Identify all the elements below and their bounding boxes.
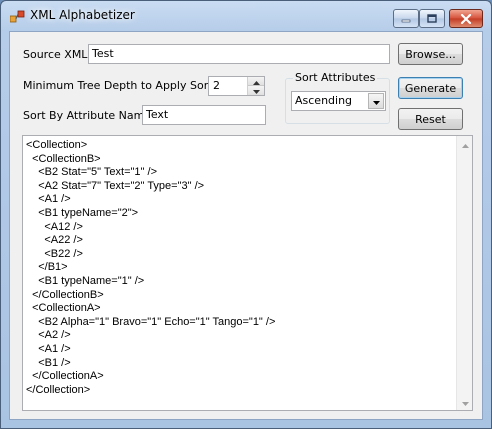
xml-output-line: <A1 /> — [26, 342, 71, 355]
vertical-scrollbar[interactable] — [456, 136, 472, 410]
stepper-down-button[interactable] — [248, 86, 264, 95]
xml-output-line: <A2 Stat="7" Text="2" Type="3" /> — [26, 179, 205, 192]
dropdown-button[interactable] — [368, 93, 384, 109]
xml-output-line: <B2 Alpha="1" Bravo="1" Echo="1" Tango="… — [26, 315, 276, 328]
title-bar[interactable]: XML Alphabetizer — [1, 1, 491, 31]
xml-output-text: <Collection> <CollectionB> <B2 Stat="5" … — [26, 139, 275, 397]
xml-output-line: </B1> — [26, 261, 68, 274]
window-title: XML Alphabetizer — [30, 8, 135, 22]
sort-attributes-group-label: Sort Attributes — [293, 71, 378, 84]
maximize-icon — [420, 10, 444, 27]
sort-attr-name-label: Sort By Attribute Name — [23, 109, 152, 122]
arrow-down-icon — [461, 396, 469, 409]
scroll-up-button[interactable] — [457, 136, 473, 152]
sort-attributes-group: Sort Attributes Ascending — [285, 71, 390, 124]
sort-attr-name-input[interactable]: Text — [142, 105, 266, 125]
chevron-down-icon — [372, 95, 380, 108]
min-depth-stepper[interactable]: 2 — [208, 76, 265, 96]
xml-output-line: <B1 typeName="1" /> — [26, 274, 145, 287]
xml-output-line: <B1 typeName="2"> — [26, 206, 139, 219]
xml-output-line: <CollectionB> — [26, 152, 101, 165]
xml-output-textarea[interactable]: <Collection> <CollectionB> <B2 Stat="5" … — [22, 135, 473, 411]
min-depth-label: Minimum Tree Depth to Apply Sort At — [23, 79, 228, 92]
minimize-icon — [394, 10, 418, 27]
xml-output-line: <B22 /> — [26, 247, 83, 260]
xml-output-line: <B1 /> — [26, 356, 71, 369]
arrow-down-icon — [252, 84, 260, 97]
xml-output-line: <A2 /> — [26, 329, 71, 342]
xml-output-line: <Collection> — [26, 139, 88, 151]
xml-output-line: <B2 Stat="5" Text="1" /> — [26, 166, 157, 179]
browse-button[interactable]: Browse... — [398, 43, 463, 65]
xml-output-line: </CollectionA> — [26, 370, 104, 383]
arrow-up-icon — [461, 138, 469, 151]
scroll-down-button[interactable] — [457, 394, 473, 410]
reset-button[interactable]: Reset — [398, 108, 463, 130]
client-area: Source XML Test Browse... Minimum Tree D… — [9, 31, 483, 420]
xml-app-icon — [9, 10, 26, 24]
min-depth-value: 2 — [213, 79, 220, 92]
sort-order-value: Ascending — [295, 94, 353, 107]
maximize-button[interactable] — [419, 9, 445, 28]
xml-output-line: <A1 /> — [26, 193, 71, 206]
app-window: XML Alphabetizer Source XML Test Browse.… — [0, 0, 492, 429]
close-icon — [450, 10, 482, 27]
xml-output-line: </Collection> — [26, 383, 91, 396]
source-xml-label: Source XML — [23, 48, 88, 61]
xml-output-line: <A12 /> — [26, 220, 83, 233]
generate-button[interactable]: Generate — [398, 77, 463, 99]
minimize-button[interactable] — [393, 9, 419, 28]
xml-output-line: </CollectionB> — [26, 288, 104, 301]
sort-order-select[interactable]: Ascending — [291, 91, 386, 111]
close-button[interactable] — [449, 9, 483, 28]
stepper-buttons — [247, 77, 264, 95]
xml-output-line: <A22 /> — [26, 234, 83, 247]
source-xml-input[interactable]: Test — [88, 44, 390, 64]
xml-output-line: <CollectionA> — [26, 302, 101, 315]
